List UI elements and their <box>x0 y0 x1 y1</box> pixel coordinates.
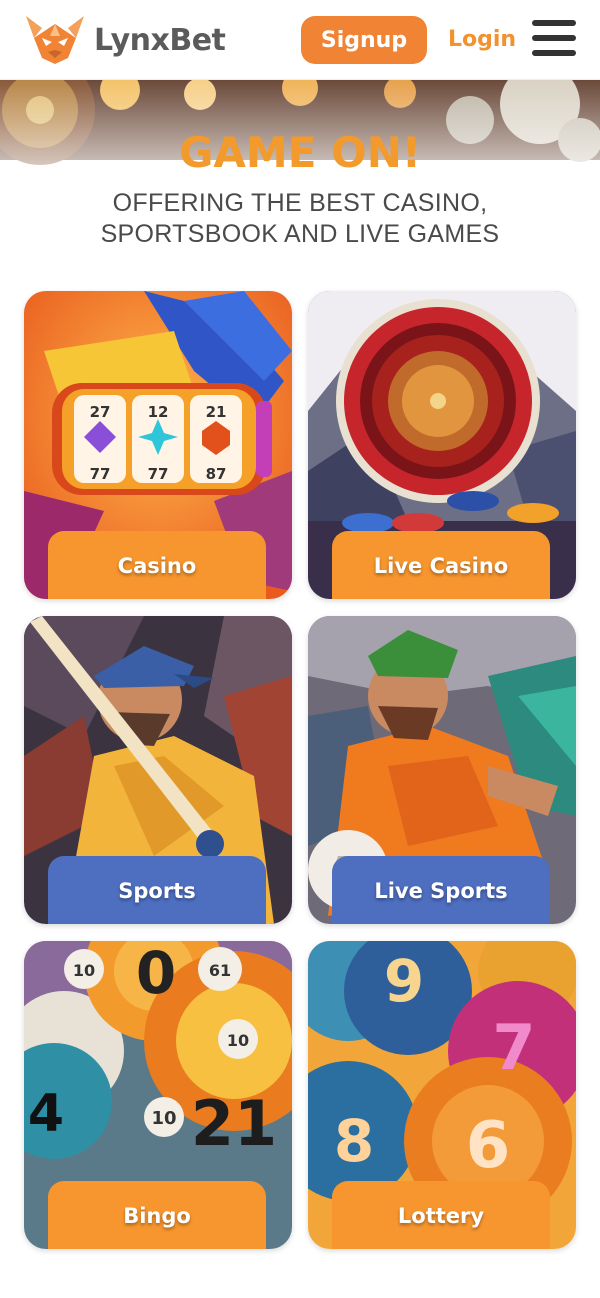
bingo-ball-7: 10 <box>151 1108 176 1129</box>
brand-name: LynxBet <box>94 22 226 58</box>
hero-banner: GAME ON! OFFERING THE BEST CASINO, SPORT… <box>0 80 600 280</box>
lottery-ball-2: 7 <box>492 1011 535 1084</box>
slot-top-3: 21 <box>206 403 227 421</box>
live-casino-label: Live Casino <box>332 531 550 599</box>
live-casino-tile[interactable]: Live Casino <box>308 291 576 599</box>
casino-background-image <box>0 80 600 280</box>
hero-title: GAME ON! <box>178 128 422 177</box>
lottery-ball-1: 9 <box>384 947 424 1015</box>
sports-label: Sports <box>48 856 266 924</box>
bingo-ball-5: 10 <box>227 1031 249 1050</box>
bingo-label: Bingo <box>48 1181 266 1249</box>
bingo-ball-4: 4 <box>28 1084 64 1144</box>
slot-bottom-2: 77 <box>148 465 169 483</box>
slot-bottom-3: 87 <box>206 465 227 483</box>
casino-tile[interactable]: 27 12 21 77 77 87 Casino <box>24 291 292 599</box>
login-link[interactable]: Login <box>448 24 516 56</box>
lynxbet-logo[interactable]: LynxBet <box>22 14 232 66</box>
bingo-tile[interactable]: 10 0 61 4 10 21 10 Bingo <box>24 941 292 1249</box>
slot-top-2: 12 <box>148 403 169 421</box>
lottery-ball-3: 8 <box>334 1107 374 1175</box>
lynx-head-icon <box>26 16 84 64</box>
lottery-ball-4: 6 <box>466 1109 511 1183</box>
slot-top-1: 27 <box>90 403 111 421</box>
lottery-tile[interactable]: 9 7 8 6 Lottery <box>308 941 576 1249</box>
slot-bottom-1: 77 <box>90 465 111 483</box>
live-sports-label: Live Sports <box>332 856 550 924</box>
lottery-label: Lottery <box>332 1181 550 1249</box>
casino-label: Casino <box>48 531 266 599</box>
bingo-ball-1: 10 <box>73 961 95 980</box>
site-header: LynxBet Signup Login <box>0 0 600 80</box>
live-sports-tile[interactable]: Live Sports <box>308 616 576 924</box>
bingo-ball-3: 61 <box>209 961 231 980</box>
signup-button[interactable]: Signup <box>301 16 427 64</box>
bingo-ball-2: 0 <box>136 941 176 1007</box>
bingo-ball-6: 21 <box>191 1087 277 1160</box>
hamburger-menu-icon[interactable] <box>532 20 578 60</box>
sports-tile[interactable]: Sports <box>24 616 292 924</box>
hero-subtitle: OFFERING THE BEST CASINO, SPORTSBOOK AND… <box>100 189 500 248</box>
